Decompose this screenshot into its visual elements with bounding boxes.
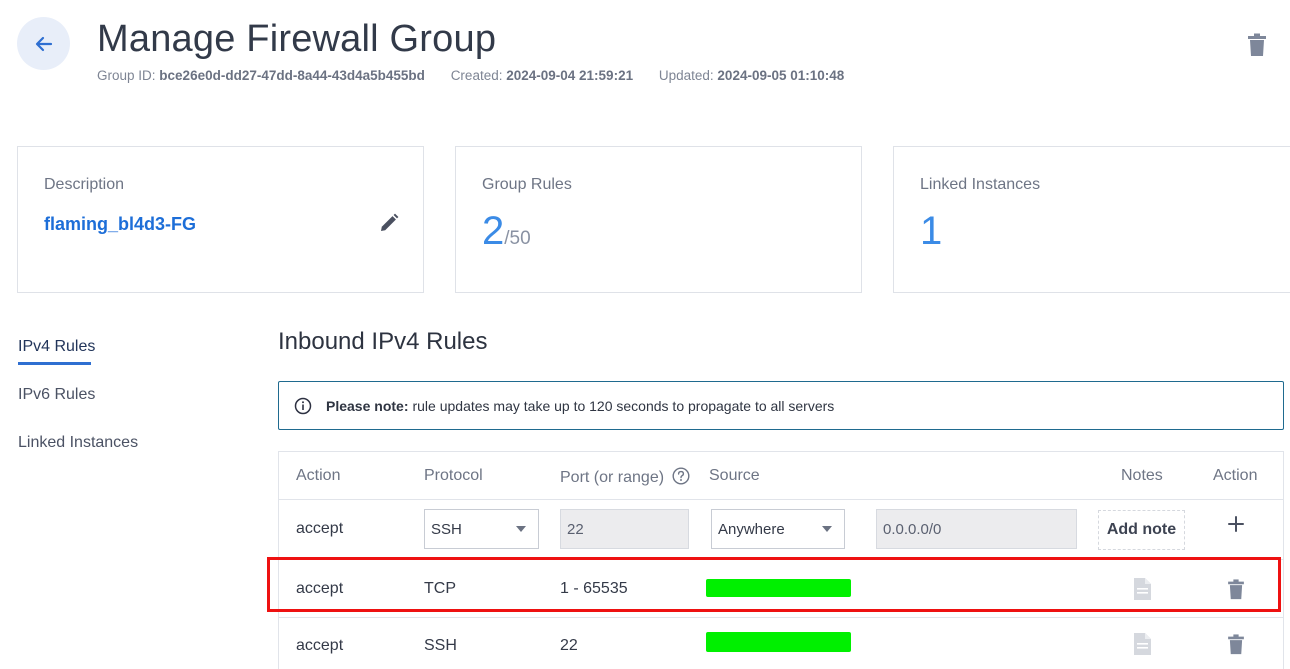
section-title: Inbound IPv4 Rules <box>278 328 488 355</box>
group-meta: Group ID: bce26e0d-dd27-47dd-8a44-43d4a5… <box>97 68 866 83</box>
notice-bold: Please note: <box>326 397 409 414</box>
info-icon <box>294 397 312 415</box>
header-port: Port (or range) <box>560 467 690 487</box>
edit-description-button[interactable] <box>379 213 399 238</box>
protocol-select-value: SSH <box>431 520 462 538</box>
chevron-down-icon <box>822 526 832 532</box>
notice-text: rule updates may take up to 120 seconds … <box>412 397 835 414</box>
side-nav-ipv6-rules[interactable]: IPv6 Rules <box>18 386 138 404</box>
group-id-label: Group ID: <box>97 68 156 83</box>
trash-icon <box>1228 579 1244 600</box>
notes-button[interactable] <box>1132 577 1152 606</box>
group-rules-max: /50 <box>504 228 531 249</box>
updated-label: Updated: <box>658 68 714 83</box>
plus-icon <box>1228 516 1244 532</box>
trash-icon <box>1248 33 1266 56</box>
rule-protocol: SSH <box>424 637 457 654</box>
rule-port: 1 - 65535 <box>560 580 628 597</box>
rules-table: Action Protocol Port (or range) Source N… <box>278 451 1284 669</box>
back-button[interactable] <box>17 17 70 70</box>
header-port-label: Port (or range) <box>560 469 665 486</box>
cidr-input[interactable]: 0.0.0.0/0 <box>876 509 1077 549</box>
port-input[interactable]: 22 <box>560 509 689 549</box>
chevron-down-icon <box>516 526 526 532</box>
description-value: flaming_bl4d3-FG <box>44 214 197 234</box>
delete-rule-button[interactable] <box>1227 634 1245 660</box>
description-label: Description <box>44 176 125 193</box>
cidr-input-value: 0.0.0.0/0 <box>883 520 942 538</box>
side-nav-ipv4-rules[interactable]: IPv4 Rules <box>18 338 138 365</box>
group-rules-count: 2 <box>482 209 505 253</box>
group-rules-label: Group Rules <box>482 176 572 193</box>
updated-value: 2024-09-05 01:10:48 <box>717 68 845 83</box>
group-rules-value: 2/50 <box>482 209 531 254</box>
rule-port: 22 <box>560 637 578 654</box>
rule-action: accept <box>296 637 344 654</box>
source-select[interactable]: Anywhere <box>711 509 845 549</box>
group-id-value: bce26e0d-dd27-47dd-8a44-43d4a5b455bd <box>159 68 425 83</box>
add-rule-button[interactable] <box>1228 516 1244 537</box>
port-input-value: 22 <box>567 520 584 538</box>
protocol-select[interactable]: SSH <box>424 509 539 549</box>
document-icon <box>1134 578 1151 600</box>
table-row: accept TCP 1 - 65535 <box>279 560 1283 618</box>
page-title: Manage Firewall Group <box>97 18 497 60</box>
header-protocol: Protocol <box>424 467 483 484</box>
table-row: accept SSH 22 <box>279 618 1283 669</box>
rule-action: accept <box>296 580 344 597</box>
linked-instances-card: Linked Instances 1 <box>893 146 1290 293</box>
group-rules-card: Group Rules 2/50 <box>455 146 862 293</box>
side-nav: IPv4 Rules IPv6 Rules Linked Instances <box>18 338 138 482</box>
delete-group-button[interactable] <box>1247 33 1267 62</box>
redacted-source <box>706 632 851 652</box>
header-source: Source <box>709 467 760 484</box>
add-note-button[interactable]: Add note <box>1098 510 1185 550</box>
created-label: Created: <box>450 68 503 83</box>
arrow-left-icon <box>35 36 52 51</box>
new-rule-row: accept SSH 22 Anywhere 0.0.0.0/0 Add not… <box>279 500 1283 560</box>
created-value: 2024-09-04 21:59:21 <box>506 68 634 83</box>
pencil-icon <box>381 213 399 231</box>
header-notes: Notes <box>1121 467 1163 484</box>
trash-icon <box>1228 634 1244 655</box>
notice-banner: Please note: rule updates may take up to… <box>278 381 1284 430</box>
source-select-value: Anywhere <box>718 520 785 538</box>
header-action: Action <box>296 467 341 484</box>
new-rule-action: accept <box>296 520 344 537</box>
delete-rule-button[interactable] <box>1227 579 1245 605</box>
rule-protocol: TCP <box>424 580 456 597</box>
notes-button[interactable] <box>1132 632 1152 661</box>
table-header: Action Protocol Port (or range) Source N… <box>279 452 1283 500</box>
redacted-source <box>706 579 851 597</box>
header-action-2: Action <box>1213 467 1258 484</box>
linked-instances-count: 1 <box>920 209 943 253</box>
side-nav-linked-instances[interactable]: Linked Instances <box>18 434 138 452</box>
description-card: Description flaming_bl4d3-FG <box>17 146 424 293</box>
linked-instances-label: Linked Instances <box>920 176 1041 193</box>
help-icon[interactable] <box>671 467 690 485</box>
document-icon <box>1134 633 1151 655</box>
